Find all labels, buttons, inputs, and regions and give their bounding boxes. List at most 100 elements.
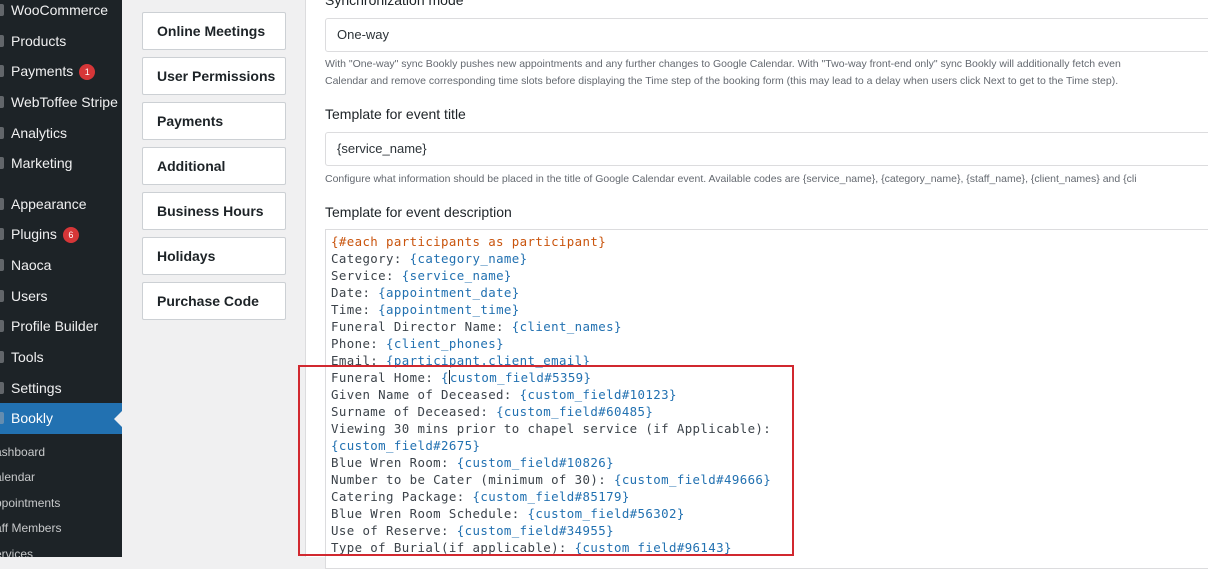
sidebar-item-marketing[interactable]: Marketing (0, 148, 122, 179)
template-text: Funeral Home: (331, 370, 442, 385)
template-text: Blue Wren Room Schedule: (331, 506, 528, 521)
template-text: Time: (331, 302, 379, 317)
bookly-submenu-alendar[interactable]: alendar (0, 468, 122, 486)
settings-tab-holidays[interactable]: Holidays (142, 237, 286, 275)
sidebar-item-label: Analytics (11, 125, 68, 141)
sidebar-item-analytics[interactable]: Analytics (0, 118, 122, 149)
template-line: Blue Wren Room: {custom_field#10826} (331, 454, 1208, 471)
sidebar-item-tools[interactable]: Tools (0, 342, 122, 373)
sidebar-item-label: Profile Builder (11, 318, 99, 334)
sidebar-item-plugins[interactable]: Plugins 6 (0, 219, 122, 250)
marketing-menu-icon (0, 157, 4, 169)
sidebar-item-label: Settings (11, 380, 62, 396)
template-text: Phone: (331, 336, 387, 351)
template-text: Email: (331, 353, 387, 368)
bookly-submenu-ppointments[interactable]: ppointments (0, 494, 122, 512)
sidebar-item-woocommerce[interactable]: WooCommerce (0, 0, 122, 26)
template-line: Time: {appointment_time} (331, 301, 1208, 318)
template-line: Surname of Deceased: {custom_field#60485… (331, 403, 1208, 420)
sidebar-item-naoca[interactable]: Naoca (0, 250, 122, 281)
template-text: Type of Burial(if applicable): (331, 540, 575, 555)
event-description-textarea[interactable]: {#each participants as participant} Categ… (325, 229, 1208, 569)
sidebar-item-webtoffee-stripe[interactable]: WebToffee Stripe (0, 87, 122, 118)
sidebar-item-label: Bookly (11, 410, 54, 426)
template-line: Date: {appointment_date} (331, 284, 1208, 301)
template-line: Funeral Home: {custom_field#5359} (331, 369, 1208, 386)
template-line: {#each participants as participant} (331, 233, 1208, 250)
template-placeholder-code: {custom_field#10826} (456, 455, 614, 470)
sync-mode-label: Synchronization mode (325, 0, 464, 8)
event-title-input[interactable]: {service_name} (325, 132, 1208, 166)
sidebar-item-label: Tools (11, 349, 44, 365)
sidebar-item-profile-builder[interactable]: Profile Builder (0, 311, 122, 342)
users-menu-icon (0, 290, 4, 302)
settings-tab-business-hours[interactable]: Business Hours (142, 192, 286, 230)
sync-mode-help-2: Calendar and remove corresponding time s… (325, 75, 1119, 87)
template-text: Surname of Deceased: (331, 404, 497, 419)
sidebar-item-settings[interactable]: Settings (0, 373, 122, 404)
template-line: Service: {service_name} (331, 267, 1208, 284)
template-text: Viewing 30 mins prior to chapel service … (331, 421, 772, 436)
template-placeholder-code: {custom_field#49666} (613, 472, 772, 487)
template-placeholder-code: {custom_field#10123} (519, 387, 677, 402)
template-text: Given Name of Deceased: (331, 387, 520, 402)
template-line: Phone: {client_phones} (331, 335, 1208, 352)
text-caret (448, 370, 450, 384)
template-line: {custom_field#2675} (331, 437, 1208, 454)
settings-tab-user-permissions[interactable]: User Permissions (142, 57, 286, 95)
settings-menu-icon (0, 382, 4, 394)
template-placeholder-code: {custom_field#60485} (496, 404, 654, 419)
template-text: Use of Reserve: (331, 523, 457, 538)
appearance-menu-icon (0, 198, 4, 210)
woocommerce-menu-icon (0, 4, 4, 16)
products-menu-icon (0, 35, 4, 47)
bookly-submenu-aff-members[interactable]: aff Members (0, 519, 122, 537)
sidebar-item-appearance[interactable]: Appearance (0, 189, 122, 220)
template-text: Date: (331, 285, 379, 300)
sync-mode-help-1: With "One-way" sync Bookly pushes new ap… (325, 58, 1121, 70)
sidebar-item-users[interactable]: Users (0, 281, 122, 312)
update-count-badge: 6 (62, 227, 79, 243)
template-text: Category: (331, 251, 410, 266)
bookly-submenu-ashboard[interactable]: ashboard (0, 443, 122, 461)
template-line: Blue Wren Room Schedule: {custom_field#5… (331, 505, 1208, 522)
template-line: Type of Burial(if applicable): {custom_f… (331, 539, 1208, 556)
bookly-submenu-ervices[interactable]: ervices (0, 545, 122, 557)
template-line: Given Name of Deceased: {custom_field#10… (331, 386, 1208, 403)
update-count-badge: 1 (79, 64, 96, 80)
template-placeholder-code: {#each participants as participant} (331, 234, 607, 249)
sidebar-item-products[interactable]: Products (0, 26, 122, 57)
webtoffee-stripe-menu-icon (0, 96, 4, 108)
settings-tab-payments[interactable]: Payments (142, 102, 286, 140)
template-placeholder-code: {client_phones} (386, 336, 504, 351)
settings-tab-additional[interactable]: Additional (142, 147, 286, 185)
naoca-menu-icon (0, 259, 4, 271)
settings-tab-purchase-code[interactable]: Purchase Code (142, 282, 286, 320)
sidebar-item-label: Payments (11, 63, 74, 79)
template-placeholder-code: {custom_field#5359} (441, 370, 592, 385)
admin-sidebar: WooCommerce Products Payments 1 WebToffee St… (0, 0, 122, 557)
template-line: Email: {participant.client_email} (331, 352, 1208, 369)
sidebar-item-label: Appearance (11, 196, 87, 212)
template-placeholder-code: {appointment_date} (378, 285, 520, 300)
template-line: Use of Reserve: {custom_field#34955} (331, 522, 1208, 539)
template-placeholder-code: {service_name} (401, 268, 512, 283)
sidebar-item-payments[interactable]: Payments 1 (0, 56, 122, 87)
event-description-label: Template for event description (325, 204, 512, 220)
sidebar-item-bookly[interactable]: Bookly (0, 403, 122, 434)
tools-menu-icon (0, 351, 4, 363)
template-line: Funeral Director Name: {client_names} (331, 318, 1208, 335)
sidebar-item-label: Naoca (11, 257, 52, 273)
sidebar-item-label: Plugins (11, 226, 57, 242)
sidebar-item-label: Users (11, 288, 48, 304)
settings-tab-online-meetings[interactable]: Online Meetings (142, 12, 286, 50)
template-text: Blue Wren Room: (331, 455, 457, 470)
template-line: Category: {category_name} (331, 250, 1208, 267)
template-text: Catering Package: (331, 489, 473, 504)
template-placeholder-code: {category_name} (409, 251, 528, 266)
sync-mode-select[interactable]: One-way (325, 18, 1208, 52)
template-placeholder-code: {custom_field#34955} (456, 523, 614, 538)
payments-menu-icon (0, 65, 4, 77)
template-placeholder-code: {custom_field#2675} (331, 438, 481, 453)
template-placeholder-code: {client_names} (511, 319, 622, 334)
